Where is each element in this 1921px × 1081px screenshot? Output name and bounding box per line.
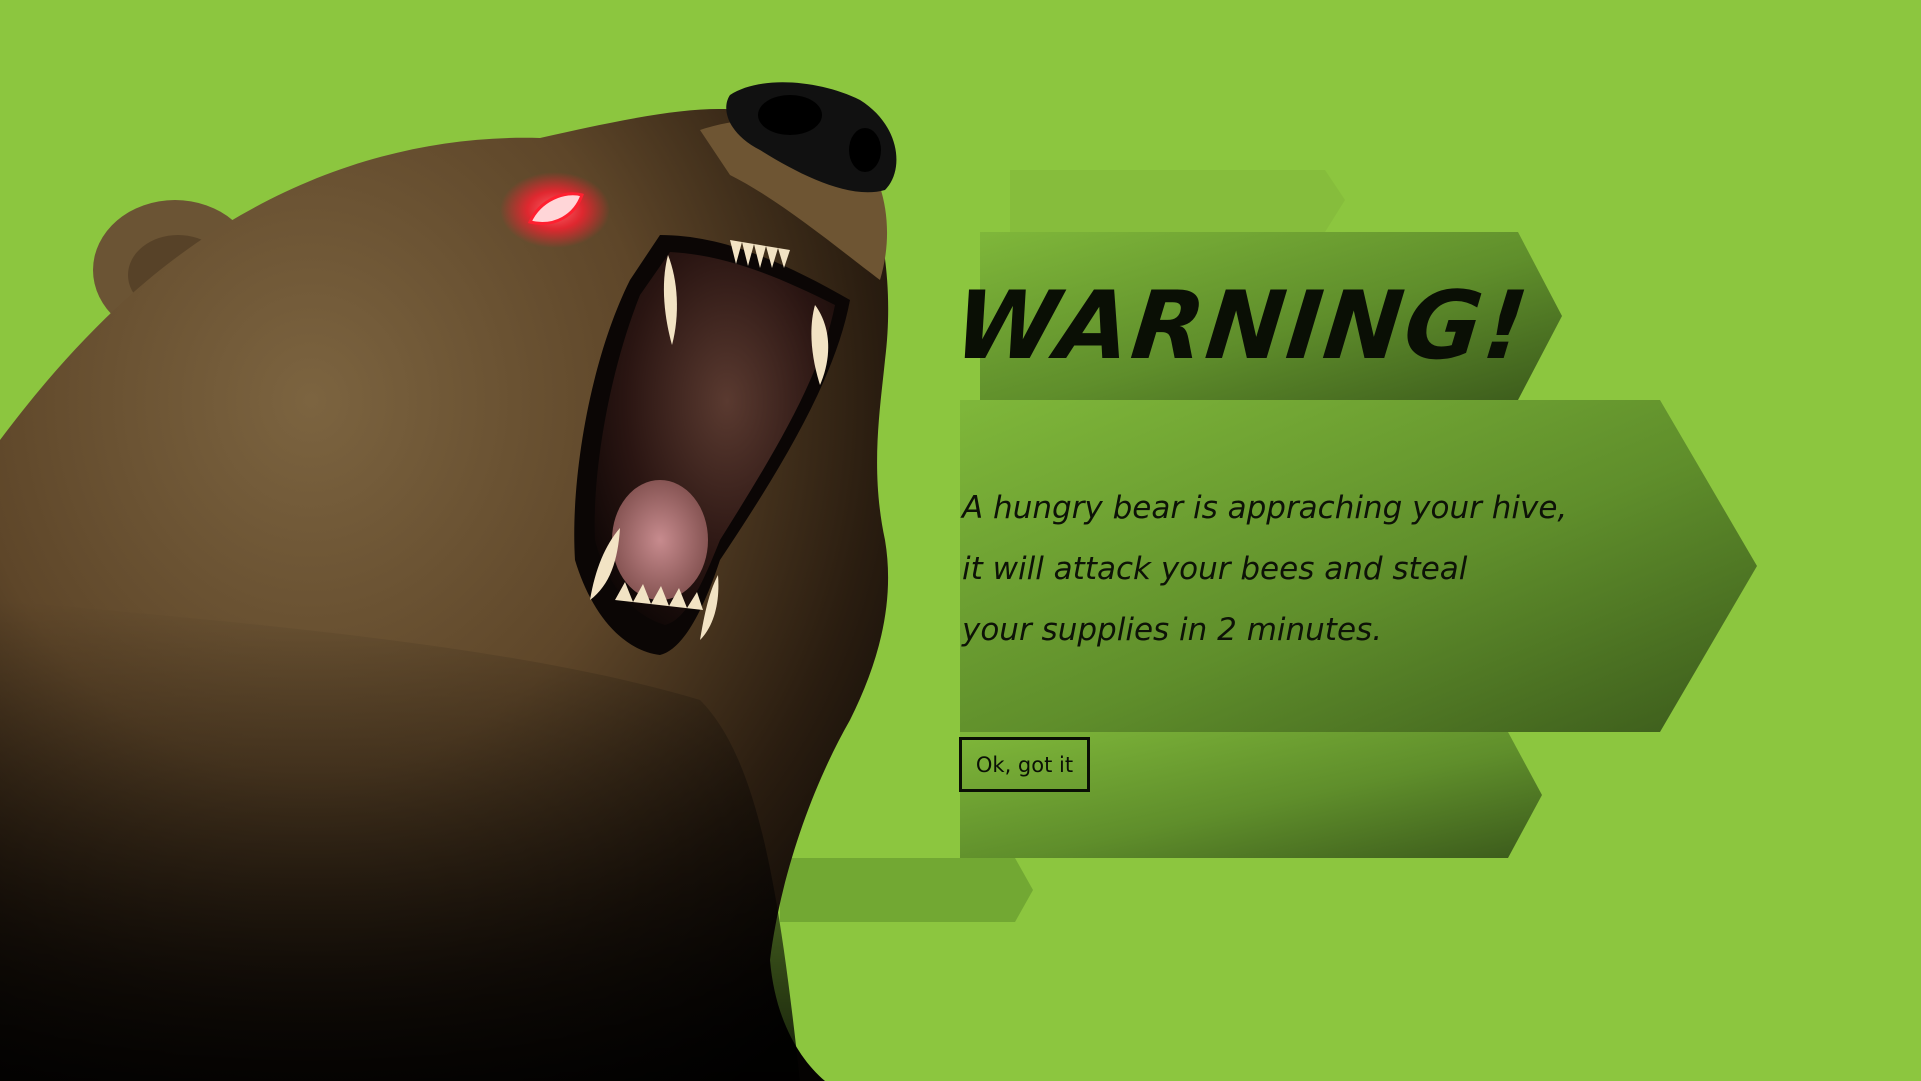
bear-tongue bbox=[612, 480, 708, 600]
warning-message-line-3: your supplies in 2 minutes. bbox=[962, 612, 1383, 648]
warning-message-line-1: A hungry bear is appraching your hive, bbox=[962, 490, 1568, 526]
warning-title: WARNING! bbox=[949, 272, 1535, 381]
warning-message: A hungry bear is appraching your hive, i… bbox=[962, 478, 1622, 661]
bear-nostril-left bbox=[758, 95, 822, 135]
warning-message-line-2: it will attack your bees and steal bbox=[962, 551, 1468, 587]
bear-nostril-right bbox=[849, 128, 881, 172]
ok-got-it-button[interactable]: Ok, got it bbox=[959, 737, 1090, 792]
bear-warning-screen: WARNING! A hungry bear is appraching you… bbox=[0, 0, 1921, 1081]
bear-illustration bbox=[0, 82, 897, 1081]
